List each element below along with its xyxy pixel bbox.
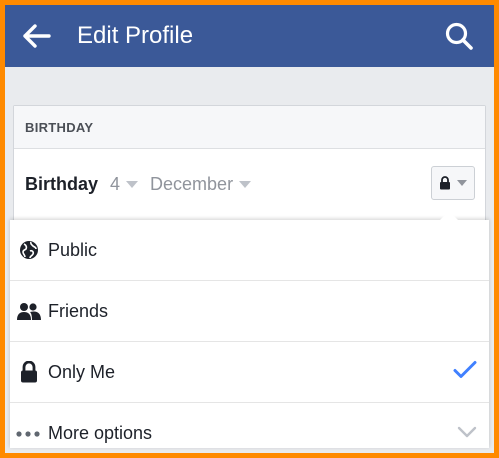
chevron-down-icon bbox=[457, 425, 477, 443]
search-button[interactable] bbox=[434, 5, 484, 67]
app-bar: Edit Profile bbox=[5, 5, 494, 67]
day-select[interactable]: 4 bbox=[110, 173, 139, 195]
caret-down-icon bbox=[457, 180, 467, 186]
menu-item-public[interactable]: Public bbox=[10, 220, 489, 281]
birthday-card: BIRTHDAY Birthday 4 December bbox=[13, 105, 486, 227]
arrow-left-icon bbox=[23, 24, 51, 48]
menu-item-friends[interactable]: Friends bbox=[10, 281, 489, 342]
birthday-label: Birthday bbox=[25, 173, 99, 194]
day-value: 4 bbox=[110, 173, 121, 194]
lock-icon bbox=[10, 361, 48, 383]
caret-down-icon bbox=[239, 180, 252, 188]
ellipsis-icon bbox=[10, 430, 48, 437]
section-header: BIRTHDAY bbox=[14, 106, 485, 149]
lock-icon bbox=[440, 176, 450, 190]
checkmark-icon bbox=[453, 361, 477, 384]
search-icon bbox=[445, 22, 473, 50]
screenshot-frame: Edit Profile BIRTHDAY Birthday 4 Decembe… bbox=[0, 0, 499, 458]
back-button[interactable] bbox=[9, 5, 65, 67]
privacy-dropdown-menu: Public Friends Only Me More options bbox=[10, 211, 489, 448]
birthday-row: Birthday 4 December bbox=[14, 149, 485, 219]
month-value: December bbox=[150, 173, 234, 194]
privacy-selector-button[interactable] bbox=[431, 166, 475, 200]
menu-item-label: Friends bbox=[48, 300, 109, 321]
menu-item-more-options[interactable]: More options bbox=[10, 403, 489, 453]
caret-down-icon bbox=[126, 180, 139, 188]
friends-icon bbox=[10, 302, 48, 320]
menu-item-label: More options bbox=[48, 423, 153, 443]
menu-item-only-me[interactable]: Only Me bbox=[10, 342, 489, 403]
menu-item-label: Only Me bbox=[48, 361, 116, 382]
page-title: Edit Profile bbox=[77, 22, 194, 49]
menu-item-label: Public bbox=[48, 239, 98, 260]
globe-icon bbox=[10, 240, 48, 260]
month-select[interactable]: December bbox=[150, 173, 252, 195]
